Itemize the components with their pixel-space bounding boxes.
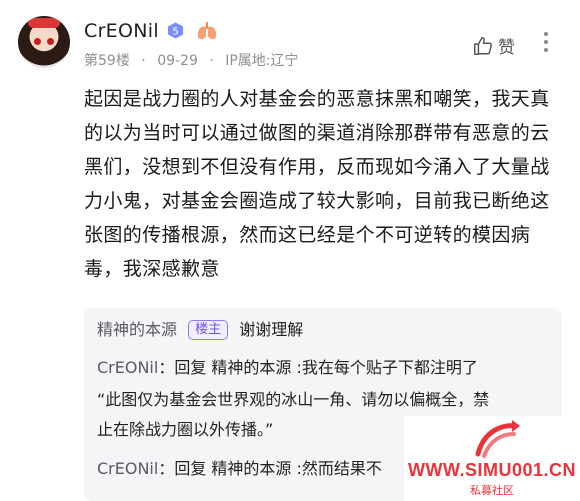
level-number: 5 xyxy=(172,27,178,38)
ip-location: IP属地:辽宁 xyxy=(225,53,299,69)
post-meta: 第59楼 · 09-29 · IP属地:辽宁 xyxy=(84,50,306,70)
like-button[interactable]: 赞 xyxy=(472,33,515,58)
reply-text-continuation: “此图仅为基金会世界观的冰山一角、请勿以偏概全，禁 xyxy=(97,386,489,414)
op-badge: 楼主 xyxy=(188,320,229,340)
reply-text: 回复 精神的本源 :我在每个贴子下都注明了 xyxy=(174,358,478,377)
post-date: 09-29 xyxy=(157,53,198,69)
thumbs-up-icon xyxy=(474,36,492,55)
reply-author[interactable]: CrEONil xyxy=(97,358,158,377)
meta-separator: · xyxy=(141,53,146,69)
lung-icon xyxy=(196,21,218,41)
meta-separator: · xyxy=(209,53,214,69)
avatar-eye-left xyxy=(34,38,41,45)
reply-item[interactable]: CrEONil：回复 精神的本源 :我在每个贴子下都注明了 xyxy=(97,354,478,382)
reply-text: 回复 精神的本源 :然而结果不 xyxy=(174,459,382,478)
watermark-site: WWW.SIMU001.CN xyxy=(407,460,576,480)
avatar-eye-right xyxy=(47,38,54,45)
reply-text: ： xyxy=(158,459,175,478)
avatar[interactable] xyxy=(18,16,70,68)
reply-item[interactable]: CrEONil：回复 精神的本源 :然而结果不 xyxy=(97,455,382,483)
reply-text: 谢谢理解 xyxy=(239,320,304,339)
like-label: 赞 xyxy=(498,38,515,58)
more-vertical-icon xyxy=(544,32,548,36)
more-dot xyxy=(544,48,548,52)
floor-number: 第59楼 xyxy=(84,53,130,69)
reply-text: ： xyxy=(158,358,175,377)
watermark-subtitle: 私募社区 xyxy=(470,484,514,497)
reply-author[interactable]: CrEONil xyxy=(97,459,158,478)
reply-text: 止在除战力圈以外传播。” xyxy=(97,420,274,439)
username[interactable]: CrEONil xyxy=(84,20,159,42)
avatar-bow xyxy=(28,18,60,28)
reply-text-continuation: 止在除战力圈以外传播。” xyxy=(97,416,273,444)
level-badge-icon: 5 xyxy=(167,22,184,39)
reply-author[interactable]: 精神的本源 xyxy=(97,320,177,339)
watermark-logo-icon xyxy=(475,420,520,458)
more-dot xyxy=(544,40,548,44)
post-content: 起因是战力圈的人对基金会的恶意抹黑和嘲笑，我天真的以为当时可以通过做图的渠道消除… xyxy=(84,88,550,280)
watermark: WWW.SIMU001.CN 私募社区 xyxy=(404,416,580,501)
reply-text: “此图仅为基金会世界观的冰山一角、请勿以偏概全，禁 xyxy=(97,390,490,409)
more-options-button[interactable] xyxy=(543,32,549,54)
reply-item[interactable]: 精神的本源 楼主 谢谢理解 xyxy=(97,316,303,344)
